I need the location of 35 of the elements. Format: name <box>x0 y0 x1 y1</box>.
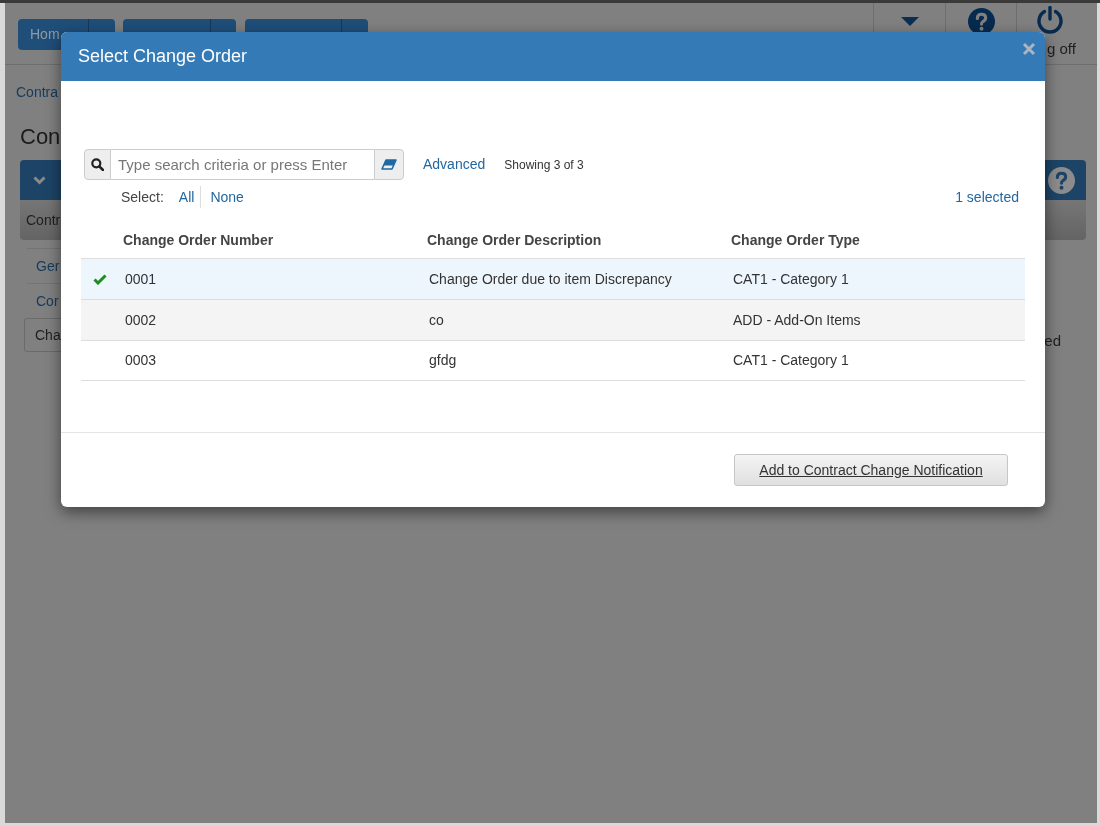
page-heading: Con <box>20 123 61 151</box>
check-icon <box>93 273 107 285</box>
side-text: ed <box>1044 331 1061 351</box>
result-count: Showing 3 of 3 <box>504 156 584 174</box>
column-header: Change Order Number <box>122 230 275 250</box>
select-link[interactable]: None <box>210 186 244 208</box>
table-cell-text: CAT1 - Category 1 <box>732 269 850 289</box>
column-header: Change Order Description <box>426 230 603 250</box>
selected-count: 1 selected <box>955 187 1019 207</box>
table-cell-text: CAT1 - Category 1 <box>732 351 850 370</box>
table-row[interactable]: 0003 gfdg CAT1 - Category 1 <box>81 340 1025 381</box>
close-icon[interactable] <box>1022 42 1036 56</box>
table-cell-text: 0001 <box>124 269 158 289</box>
search-field[interactable]: Type search criteria or press Enter <box>111 149 374 180</box>
table-cell-text: gfdg <box>428 351 458 370</box>
table-row[interactable]: 0002 co ADD - Add-On Items <box>81 299 1025 340</box>
search-icon <box>84 149 111 180</box>
table-cell-text: co <box>428 310 445 330</box>
advanced-link[interactable]: Advanced <box>423 154 486 175</box>
eraser-icon <box>381 159 397 170</box>
select-link[interactable]: All <box>178 186 195 208</box>
power-icon <box>1036 6 1064 34</box>
table-cell-text: 0003 <box>124 351 158 370</box>
column-header: Contr <box>26 210 61 230</box>
table-cell-text: Change Order due to item Discrepancy <box>428 269 673 289</box>
add-button[interactable]: Add to Contract Change Notification <box>734 454 1008 486</box>
caret-icon[interactable] <box>900 17 919 26</box>
help-icon[interactable] <box>1048 166 1075 194</box>
chevron-icon[interactable] <box>33 175 46 185</box>
column-header: Change Order Type <box>730 230 861 250</box>
table-row[interactable]: 0001 Change Order due to item Discrepancy CAT1 - Category 1 <box>81 258 1025 299</box>
table-cell-text: 0002 <box>124 310 158 330</box>
table-cell-text: ADD - Add-On Items <box>732 310 862 330</box>
clear-search-button[interactable] <box>374 149 404 180</box>
select-label: Select: <box>121 187 164 207</box>
